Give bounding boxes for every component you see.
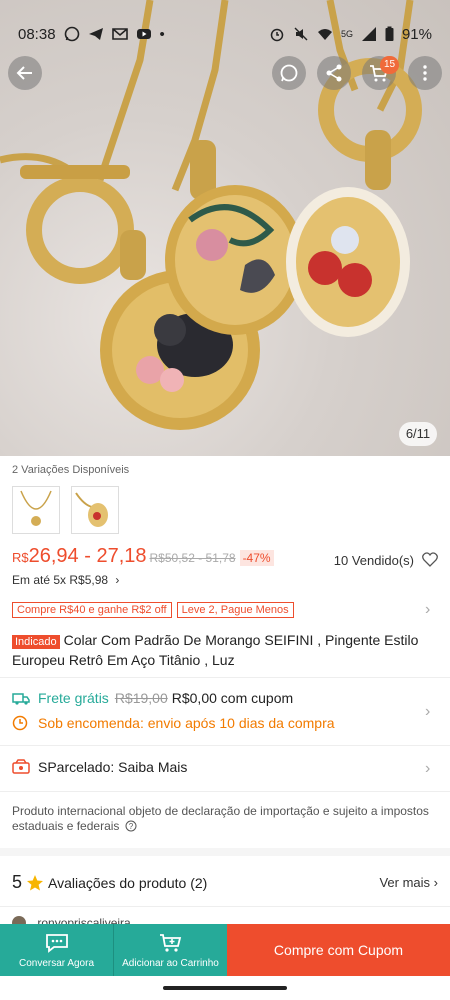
chat-label: Conversar Agora	[18, 957, 95, 969]
disclaimer-text: Produto internacional objeto de declaraç…	[12, 804, 429, 833]
chevron-right-icon[interactable]: ›	[425, 703, 430, 721]
telegram-icon	[88, 26, 104, 42]
battery-level: 91%	[401, 25, 432, 43]
installment-text: Em até 5x R$5,98	[12, 573, 109, 587]
add-cart-icon	[159, 933, 181, 952]
mute-icon	[293, 26, 309, 42]
reviews-label: Avaliações do produto (2)	[48, 874, 208, 891]
svg-text:?: ?	[129, 822, 134, 831]
system-nav-bar	[0, 976, 450, 1000]
free-shipping-label: Frete grátis	[38, 690, 109, 706]
signal-icon	[361, 26, 377, 42]
shipping-new-price: R$0,00 com cupom	[171, 690, 294, 706]
bottom-action-bar: Conversar Agora Adicionar ao Carrinho Co…	[0, 924, 450, 976]
chat-button[interactable]: Conversar Agora	[0, 924, 113, 976]
more-options-button[interactable]	[408, 56, 442, 90]
chevron-right-icon[interactable]: ›	[425, 601, 430, 619]
help-icon[interactable]: ?	[125, 820, 137, 832]
variation-thumb-1[interactable]	[12, 486, 60, 534]
variation-thumb-2[interactable]	[71, 486, 119, 534]
chat-icon	[45, 933, 68, 953]
whatsapp-icon	[280, 64, 298, 82]
spay-icon	[12, 759, 30, 774]
installment-info[interactable]: Em até 5x R$5,98 ›	[12, 573, 119, 587]
divider	[0, 677, 450, 678]
divider	[0, 745, 450, 746]
image-page-indicator: 6/11	[399, 422, 437, 446]
import-disclaimer: Produto internacional objeto de declaraç…	[12, 804, 432, 834]
back-button[interactable]	[8, 56, 42, 90]
dot-icon: •	[159, 25, 165, 43]
whatsapp-share-button[interactable]	[272, 56, 306, 90]
preorder-text: Sob encomenda: envio após 10 dias da com…	[38, 715, 335, 731]
add-cart-label: Adicionar ao Carrinho	[122, 957, 219, 969]
section-gap	[0, 848, 450, 856]
gmail-icon	[111, 26, 128, 42]
shipping-old-price: R$19,00	[114, 690, 168, 706]
wifi-icon	[317, 26, 333, 42]
see-more-link[interactable]: Ver mais ›	[379, 875, 438, 890]
cart-count-badge: 15	[380, 56, 400, 74]
network-label: 5G	[340, 29, 353, 39]
buy-with-coupon-button[interactable]: Compre com Cupom	[227, 924, 450, 976]
battery-icon	[385, 26, 394, 42]
status-bar: 08:38 • 5G 91%	[0, 0, 450, 52]
pendant-thumbnail	[75, 492, 108, 527]
product-title: Indicado Colar Com Padrão De Morango SEIF…	[12, 631, 438, 669]
reviews-header[interactable]: 5 Avaliações do produto (2) Ver mais ›	[12, 872, 438, 893]
arrow-left-icon	[16, 66, 32, 80]
price-currency: R$	[12, 550, 29, 565]
star-icon	[27, 874, 44, 890]
indicado-badge: Indicado	[12, 635, 60, 649]
parcelado-row[interactable]: SParcelado: Saiba Mais	[12, 759, 187, 775]
more-vertical-icon	[423, 65, 427, 81]
clock-icon	[12, 715, 28, 731]
whatsapp-icon	[64, 26, 80, 42]
sold-count: 10 Vendido(s)	[333, 553, 414, 568]
buy-label: Compre com Cupom	[273, 942, 404, 958]
heart-icon	[422, 552, 438, 567]
favorite-button[interactable]	[422, 552, 438, 572]
divider	[0, 791, 450, 792]
share-icon	[326, 64, 342, 82]
necklace-thumbnail	[20, 490, 52, 526]
share-button[interactable]	[317, 56, 351, 90]
chevron-right-icon: ›	[115, 573, 120, 587]
discount-badge: -47%	[239, 550, 274, 566]
promo-tag[interactable]: Compre R$40 e ganhe R$2 off	[12, 602, 172, 618]
alarm-icon	[269, 26, 285, 42]
see-more-label: Ver mais	[379, 875, 431, 890]
product-title-text: Colar Com Padrão De Morango SEIFINI , Pi…	[12, 632, 419, 668]
home-indicator[interactable]	[163, 986, 287, 990]
price: R$26,94 - 27,18	[12, 545, 147, 568]
variations-label: 2 Variações Disponíveis	[12, 464, 130, 476]
chevron-right-icon[interactable]: ›	[425, 760, 430, 778]
add-to-cart-button[interactable]: Adicionar ao Carrinho	[114, 924, 227, 976]
rating-score: 5	[12, 872, 23, 892]
divider	[0, 906, 450, 907]
price-range: 26,94 - 27,18	[28, 545, 147, 567]
promo-tags[interactable]: Compre R$40 e ganhe R$2 off Leve 2, Pagu…	[12, 602, 294, 618]
promo-tag[interactable]: Leve 2, Pague Menos	[176, 602, 294, 618]
status-time: 08:38	[18, 25, 56, 43]
truck-icon	[12, 693, 30, 705]
youtube-icon	[136, 26, 152, 42]
preorder-row[interactable]: Sob encomenda: envio após 10 dias da com…	[12, 715, 335, 731]
shipping-row[interactable]: Frete grátis R$19,00 R$0,00 com cupom	[12, 690, 293, 706]
original-price: R$50,52 - 51,78	[149, 551, 236, 565]
parcelado-label: SParcelado: Saiba Mais	[38, 759, 188, 775]
